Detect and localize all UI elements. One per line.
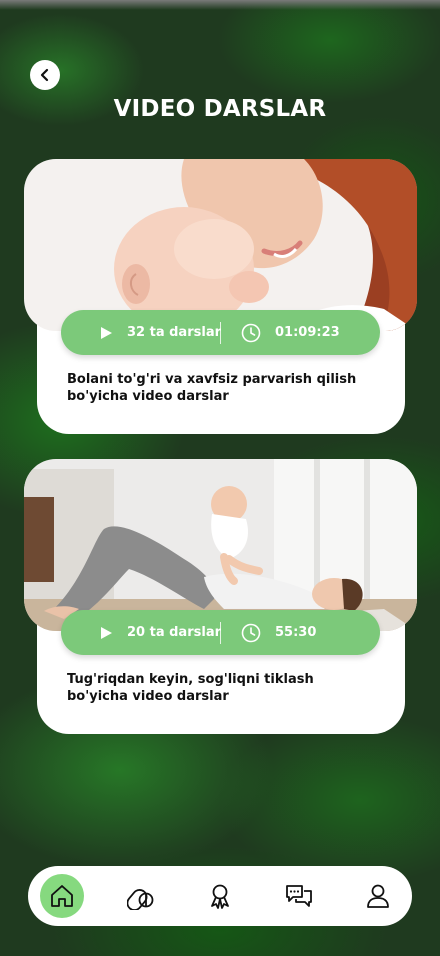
lessons-count: 32 ta darslar [61,310,221,355]
nav-awards[interactable] [198,874,242,918]
duration: 01:09:23 [221,310,340,355]
duration-label: 01:09:23 [275,325,340,340]
course-description: Tug'riqdan keyin, sog'liqni tiklash bo'y… [67,672,314,704]
course-description: Bolani to'g'ri va xavfsiz parvarish qili… [67,372,357,404]
course-info-pill[interactable]: 32 ta darslar 01:09:23 [61,310,380,355]
course-card[interactable]: 20 ta darslar 55:30 Tug'riqdan keyin, so… [24,459,417,734]
chat-icon [286,885,312,907]
user-icon [367,884,389,908]
nav-pills[interactable] [119,874,163,918]
lessons-count: 20 ta darslar [61,610,221,655]
clock-icon [241,623,261,642]
lessons-label: 32 ta darslar [127,325,221,340]
award-icon [211,884,229,909]
nav-profile[interactable] [356,874,400,918]
course-thumbnail[interactable] [24,159,417,331]
bottom-nav [28,866,412,926]
course-card[interactable]: 32 ta darslar 01:09:23 Bolani to'g'ri va… [24,159,417,434]
page-title: VIDEO DARSLAR [113,96,327,122]
duration: 55:30 [221,610,316,655]
course-thumbnail[interactable] [24,459,417,631]
chevron-left-icon [40,68,49,82]
top-shade [0,0,440,10]
play-icon [101,626,112,639]
home-icon [51,885,73,907]
clock-icon [241,323,261,342]
back-button[interactable] [30,60,60,90]
lessons-label: 20 ta darslar [127,625,221,640]
pills-icon [127,889,154,910]
video-lessons-screen: VIDEO DARSLAR 32 ta darslar 01:09:23 Bol… [0,0,440,956]
course-info-pill[interactable]: 20 ta darslar 55:30 [61,610,380,655]
nav-chat[interactable] [277,874,321,918]
play-icon [101,326,112,339]
duration-label: 55:30 [275,625,317,640]
nav-home[interactable] [40,874,84,918]
